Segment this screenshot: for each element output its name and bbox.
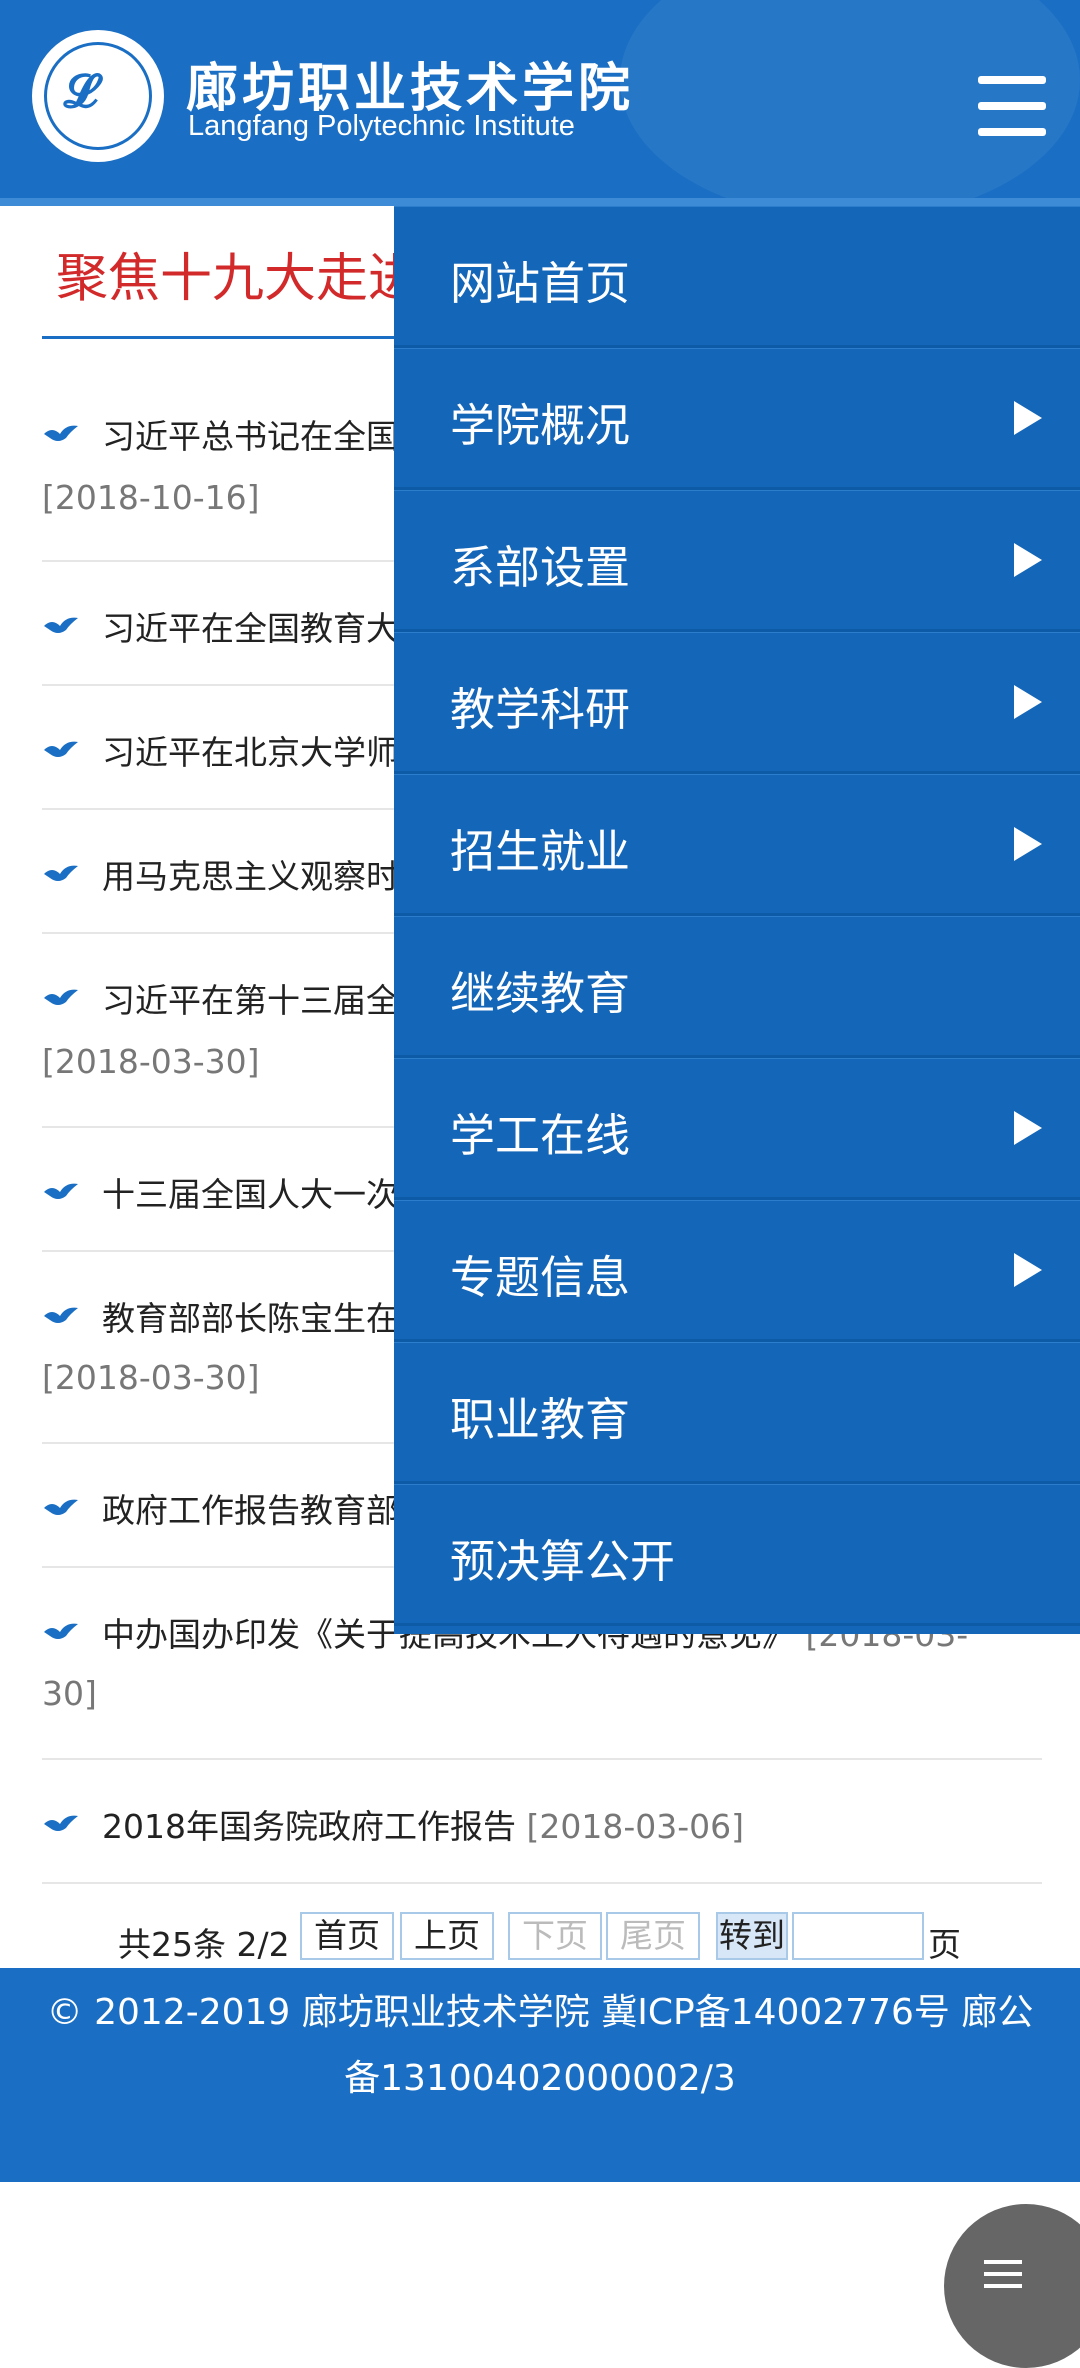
submenu-arrow-icon[interactable] bbox=[1014, 685, 1042, 719]
submenu-arrow-icon[interactable] bbox=[1014, 543, 1042, 577]
menu-item-label: 职业教育 bbox=[450, 1393, 631, 1446]
hamburger-bar-icon bbox=[978, 128, 1046, 136]
menu-item-admissions[interactable]: 招生就业 bbox=[394, 774, 1080, 916]
first-page-button[interactable]: 首页 bbox=[300, 1912, 394, 1960]
hamburger-bar-icon bbox=[978, 76, 1046, 84]
news-title[interactable]: 教育部部长陈宝生在 bbox=[102, 1292, 399, 1340]
section-title: 聚焦十九大走进 bbox=[56, 249, 421, 309]
bird-bullet-icon bbox=[44, 741, 78, 757]
menu-item-label: 教学科研 bbox=[450, 683, 631, 736]
menu-item-vocational-education[interactable]: 职业教育 bbox=[394, 1342, 1080, 1484]
hamburger-bar-icon bbox=[978, 102, 1046, 110]
page-number-input[interactable] bbox=[792, 1912, 924, 1960]
header-divider bbox=[0, 198, 1080, 206]
site-footer: © 2012-2019 廊坊职业技术学院 冀ICP备14002776号 廊公备1… bbox=[0, 1968, 1080, 2182]
menu-item-special-topics[interactable]: 专题信息 bbox=[394, 1200, 1080, 1342]
menu-bar-icon bbox=[984, 2260, 1022, 2264]
menu-item-departments[interactable]: 系部设置 bbox=[394, 490, 1080, 632]
menu-bar-icon bbox=[984, 2284, 1022, 2288]
bird-bullet-icon bbox=[44, 1183, 78, 1199]
menu-item-continuing-education[interactable]: 继续教育 bbox=[394, 916, 1080, 1058]
news-date-continued: 30] bbox=[42, 1674, 97, 1713]
bird-bullet-icon bbox=[44, 617, 78, 633]
news-title[interactable]: 政府工作报告教育部 bbox=[102, 1484, 399, 1532]
menu-toggle-button[interactable] bbox=[978, 76, 1046, 140]
news-title[interactable]: 十三届全国人大一次 bbox=[102, 1168, 399, 1216]
logo-ring bbox=[44, 42, 152, 150]
news-date: [2018-10-16] bbox=[42, 478, 260, 517]
pagination: 共25条 2/2 首页 上页 下页 尾页 转到 页 bbox=[0, 1910, 1080, 1966]
college-logo[interactable]: 𝓛 bbox=[32, 30, 164, 162]
news-title[interactable]: 习近平在全国教育大 bbox=[102, 602, 399, 650]
bird-bullet-icon bbox=[44, 865, 78, 881]
submenu-arrow-icon[interactable] bbox=[1014, 1253, 1042, 1287]
pagination-info: 共25条 2/2 bbox=[118, 1925, 290, 1964]
last-page-button[interactable]: 尾页 bbox=[606, 1912, 700, 1960]
menu-item-teaching-research[interactable]: 教学科研 bbox=[394, 632, 1080, 774]
bird-bullet-icon bbox=[44, 1623, 78, 1639]
news-title[interactable]: 习近平在第十三届全 bbox=[102, 974, 399, 1022]
copyright-text: © 2012-2019 廊坊职业技术学院 冀ICP备14002776号 廊公备1… bbox=[46, 1992, 1034, 2099]
submenu-arrow-icon[interactable] bbox=[1014, 401, 1042, 435]
news-title[interactable]: 用马克思主义观察时 bbox=[102, 850, 399, 898]
news-date: [2018-03-06] bbox=[526, 1807, 745, 1846]
bird-bullet-icon bbox=[44, 989, 78, 1005]
bird-bullet-icon bbox=[44, 425, 78, 441]
menu-item-about[interactable]: 学院概况 bbox=[394, 348, 1080, 490]
menu-item-label: 预决算公开 bbox=[450, 1535, 676, 1588]
news-title[interactable]: 习近平在北京大学师 bbox=[102, 726, 399, 774]
page-unit-label: 页 bbox=[928, 1925, 961, 1964]
menu-item-label: 专题信息 bbox=[450, 1251, 631, 1304]
submenu-arrow-icon[interactable] bbox=[1014, 1111, 1042, 1145]
floating-menu-button[interactable] bbox=[944, 2204, 1080, 2368]
menu-item-label: 招生就业 bbox=[450, 825, 631, 878]
site-name-english: Langfang Polytechnic Institute bbox=[188, 110, 575, 142]
menu-bar-icon bbox=[984, 2272, 1022, 2276]
news-date: [2018-03-30] bbox=[42, 1358, 260, 1397]
site-header: 𝓛 廊坊职业技术学院 Langfang Polytechnic Institut… bbox=[0, 0, 1080, 198]
bird-bullet-icon bbox=[44, 1499, 78, 1515]
menu-item-budget-disclosure[interactable]: 预决算公开 bbox=[394, 1484, 1080, 1626]
menu-item-label: 学院概况 bbox=[450, 399, 631, 452]
news-date: [2018-03-30] bbox=[42, 1042, 260, 1081]
menu-item-label: 网站首页 bbox=[450, 257, 631, 310]
logo-emblem-icon: 𝓛 bbox=[64, 64, 98, 118]
news-title-text[interactable]: 2018年国务院政府工作报告 bbox=[102, 1807, 516, 1846]
menu-item-label: 学工在线 bbox=[450, 1109, 631, 1162]
bird-bullet-icon bbox=[44, 1307, 78, 1323]
bird-bullet-icon bbox=[44, 1815, 78, 1831]
prev-page-button[interactable]: 上页 bbox=[400, 1912, 494, 1960]
menu-item-label: 继续教育 bbox=[450, 967, 631, 1020]
menu-item-student-affairs[interactable]: 学工在线 bbox=[394, 1058, 1080, 1200]
menu-item-home[interactable]: 网站首页 bbox=[394, 206, 1080, 348]
goto-page-button[interactable]: 转到 bbox=[716, 1912, 788, 1960]
news-title[interactable]: 习近平总书记在全国 bbox=[102, 410, 399, 458]
list-item[interactable]: 2018年国务院政府工作报告 [2018-03-06] bbox=[42, 1760, 1042, 1884]
next-page-button[interactable]: 下页 bbox=[508, 1912, 602, 1960]
news-title[interactable]: 2018年国务院政府工作报告 [2018-03-06] bbox=[102, 1800, 744, 1848]
menu-item-label: 系部设置 bbox=[450, 541, 631, 594]
submenu-arrow-icon[interactable] bbox=[1014, 827, 1042, 861]
nav-dropdown-menu: 网站首页 学院概况 系部设置 教学科研 招生就业 继续教育 学工在线 专题信息 … bbox=[394, 206, 1080, 1634]
